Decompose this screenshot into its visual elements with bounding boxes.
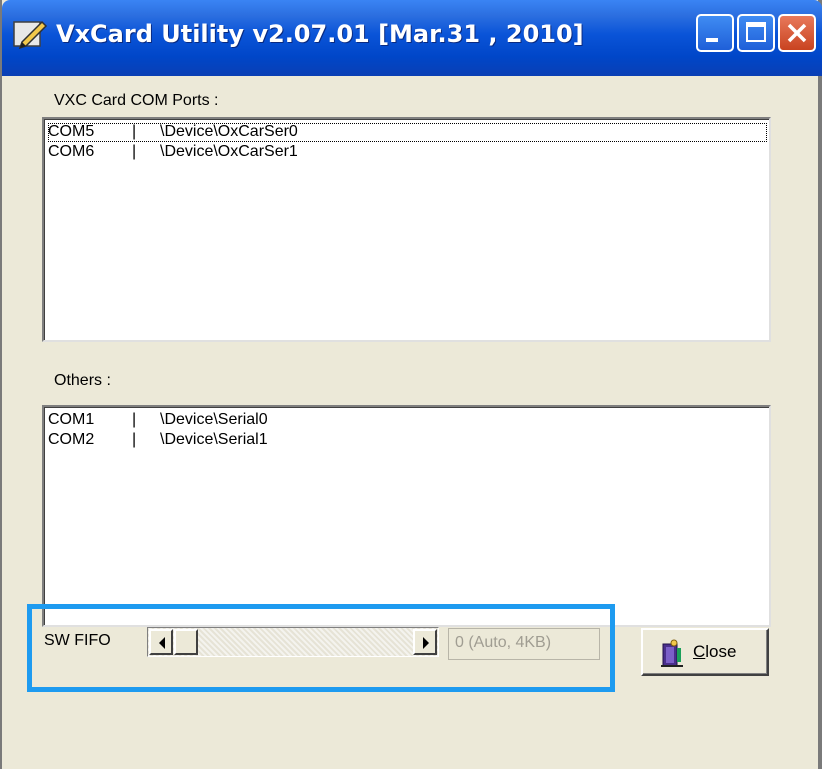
- close-mnemonic: C: [693, 642, 706, 661]
- list-item[interactable]: COM5 | \Device\OxCarSer0: [48, 123, 767, 142]
- sw-fifo-label: SW FIFO: [44, 632, 111, 649]
- vxc-ports-listbox[interactable]: COM5 | \Device\OxCarSer0 COM6 | \Device\…: [42, 117, 771, 342]
- list-item[interactable]: COM2 | \Device\Serial1: [48, 431, 268, 450]
- slider-thumb[interactable]: [174, 629, 198, 655]
- device-path: \Device\OxCarSer0: [160, 123, 298, 140]
- column-separator: |: [132, 143, 137, 160]
- list-item[interactable]: COM1 | \Device\Serial0: [48, 411, 268, 430]
- arrow-right-icon: [423, 637, 429, 649]
- close-label-rest: lose: [705, 642, 737, 661]
- window-title: VxCard Utility v2.07.01 [Mar.31 , 2010]: [56, 20, 584, 48]
- device-path: \Device\Serial0: [160, 411, 268, 428]
- column-separator: |: [132, 123, 137, 140]
- close-button-label: Close: [693, 642, 736, 662]
- minimize-icon: [706, 38, 718, 42]
- scroll-right-button[interactable]: [413, 629, 437, 655]
- port-name: COM6: [48, 143, 95, 160]
- vxc-ports-label: VXC Card COM Ports :: [54, 92, 219, 109]
- device-path: \Device\OxCarSer1: [160, 143, 298, 160]
- port-name: COM2: [48, 431, 95, 448]
- others-listbox[interactable]: COM1 | \Device\Serial0 COM2 | \Device\Se…: [42, 405, 771, 627]
- door-exit-icon: [661, 639, 683, 667]
- column-separator: |: [132, 411, 137, 428]
- column-separator: |: [132, 431, 137, 448]
- app-window: VxCard Utility v2.07.01 [Mar.31 , 2010] …: [0, 0, 822, 769]
- list-item[interactable]: COM6 | \Device\OxCarSer1: [48, 143, 298, 162]
- scroll-left-button[interactable]: [149, 629, 173, 655]
- close-button[interactable]: Close: [641, 628, 769, 676]
- close-icon: [787, 23, 807, 43]
- sw-fifo-value-field: 0 (Auto, 4KB): [448, 628, 600, 660]
- device-path: \Device\Serial1: [160, 431, 268, 448]
- pencil-app-icon: [13, 20, 48, 50]
- port-name: COM1: [48, 411, 95, 428]
- arrow-left-icon: [159, 637, 165, 649]
- maximize-button[interactable]: [737, 14, 775, 52]
- sw-fifo-slider[interactable]: [147, 627, 439, 657]
- others-label: Others :: [54, 372, 111, 389]
- minimize-button[interactable]: [696, 14, 734, 52]
- window-close-button[interactable]: [778, 14, 816, 52]
- port-name: COM5: [48, 123, 95, 140]
- title-bar[interactable]: VxCard Utility v2.07.01 [Mar.31 , 2010]: [2, 0, 822, 76]
- maximize-icon: [746, 22, 766, 42]
